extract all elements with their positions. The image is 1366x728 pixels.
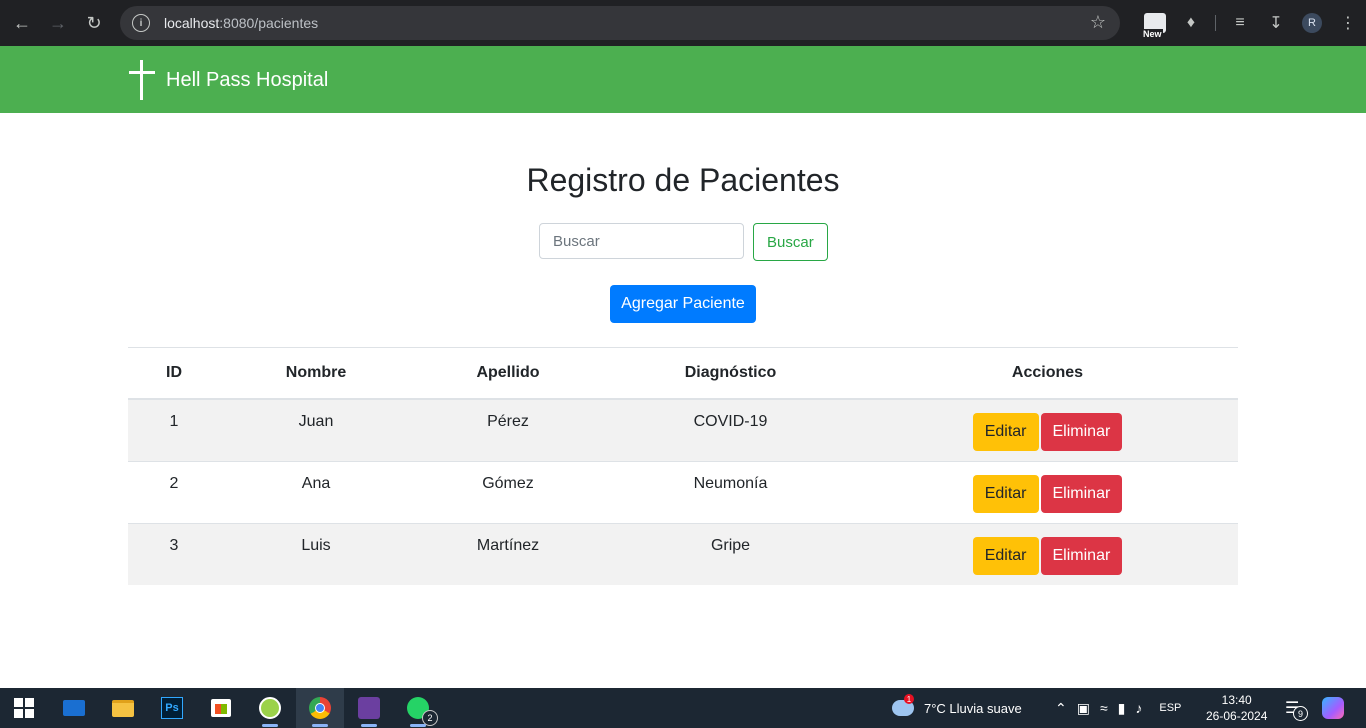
app-navbar: Hell Pass Hospital xyxy=(0,46,1366,113)
new-badge: New xyxy=(1142,29,1163,39)
url-host: localhost xyxy=(164,15,220,31)
header-acciones: Acciones xyxy=(857,347,1238,400)
back-icon[interactable]: ← xyxy=(4,5,40,41)
microsoft-store-icon[interactable] xyxy=(197,688,245,728)
clock-date: 26-06-2024 xyxy=(1206,709,1268,723)
edit-button[interactable]: Editar xyxy=(972,474,1039,513)
cell-apellido: Martínez xyxy=(412,522,604,585)
volume-icon[interactable]: ♪ xyxy=(1135,700,1142,716)
weather-widget[interactable]: 1 7°C Lluvia suave xyxy=(892,688,1022,728)
delete-button[interactable]: Eliminar xyxy=(1040,413,1123,451)
profile-initial: R xyxy=(1302,13,1322,33)
menu-icon[interactable]: ⋮ xyxy=(1330,5,1366,41)
download-icon[interactable]: ↧ xyxy=(1258,5,1294,41)
weather-text: 7°C Lluvia suave xyxy=(924,700,1022,716)
cell-diagnostico: Gripe xyxy=(604,522,857,585)
notification-icon: ☰ 9 xyxy=(1285,698,1308,721)
cell-actions: Editar Eliminar xyxy=(857,398,1238,461)
info-icon[interactable]: i xyxy=(132,14,150,32)
add-patient-button[interactable]: Agregar Paciente xyxy=(610,285,756,323)
mail-icon[interactable] xyxy=(50,688,98,728)
table-row: 2 Ana Gómez Neumonía Editar Eliminar xyxy=(128,460,1238,523)
cell-actions: Editar Eliminar xyxy=(857,522,1238,585)
cell-diagnostico: COVID-19 xyxy=(604,398,857,461)
star-icon[interactable]: ☆ xyxy=(1090,12,1106,33)
toolbar-divider xyxy=(1215,15,1216,31)
brand-name: Hell Pass Hospital xyxy=(166,68,329,91)
whatsapp-icon[interactable]: 2 xyxy=(394,688,442,728)
url-path: :8080/pacientes xyxy=(219,15,319,31)
profile-avatar[interactable]: R xyxy=(1294,5,1330,41)
url-text[interactable]: localhost:8080/pacientes xyxy=(164,15,318,31)
delete-button[interactable]: Eliminar xyxy=(1040,536,1123,575)
chevron-up-icon[interactable]: ⌃ xyxy=(1055,700,1067,717)
cell-diagnostico: Neumonía xyxy=(604,460,857,523)
photoshop-icon[interactable]: Ps xyxy=(148,688,196,728)
taskbar: Ps 2 1 7°C Lluvia suave ⌃ ▣ ≈ ▮ ♪ ESP 13… xyxy=(0,688,1366,728)
table-row: 3 Luis Martínez Gripe Editar Eliminar xyxy=(128,522,1238,585)
forward-icon[interactable]: → xyxy=(40,5,76,41)
new-feature-icon[interactable]: New xyxy=(1137,5,1173,41)
search-form: Buscar xyxy=(539,223,828,261)
file-explorer-icon[interactable] xyxy=(99,688,147,728)
patients-table: ID Nombre Apellido Diagnóstico Acciones … xyxy=(128,347,1238,585)
brand-link[interactable]: Hell Pass Hospital xyxy=(129,60,328,100)
cell-actions: Editar Eliminar xyxy=(857,460,1238,523)
extensions-icon[interactable]: ♦ xyxy=(1173,5,1209,41)
copilot-icon[interactable] xyxy=(1322,688,1344,728)
chrome-icon[interactable] xyxy=(296,688,344,728)
cross-icon xyxy=(129,60,155,100)
reading-list-icon[interactable]: ≡ xyxy=(1222,5,1258,41)
photoshop-label: Ps xyxy=(161,697,183,719)
green-app-icon[interactable] xyxy=(246,688,294,728)
system-tray: ⌃ ▣ ≈ ▮ ♪ ESP xyxy=(1050,688,1181,728)
table-row: 1 Juan Pérez COVID-19 Editar Eliminar xyxy=(128,398,1238,461)
search-input[interactable] xyxy=(539,223,744,259)
clock[interactable]: 13:40 26-06-2024 xyxy=(1206,688,1267,728)
page-title: Registro de Pacientes xyxy=(526,162,840,198)
table-header-row: ID Nombre Apellido Diagnóstico Acciones xyxy=(128,347,1238,400)
search-button[interactable]: Buscar xyxy=(753,223,828,261)
cell-nombre: Luis xyxy=(220,522,412,585)
header-apellido: Apellido xyxy=(412,347,604,400)
edit-button[interactable]: Editar xyxy=(972,413,1039,451)
cell-id: 3 xyxy=(128,522,220,585)
clock-time: 13:40 xyxy=(1221,693,1252,707)
cell-apellido: Gómez xyxy=(412,460,604,523)
wifi-icon[interactable]: ≈ xyxy=(1100,700,1108,716)
address-bar[interactable]: i localhost:8080/pacientes ☆ xyxy=(120,6,1120,40)
notifications-button[interactable]: ☰ 9 xyxy=(1285,688,1308,728)
header-nombre: Nombre xyxy=(220,347,412,400)
cell-id: 2 xyxy=(128,460,220,523)
windows-start-icon[interactable] xyxy=(0,688,48,728)
game-app-icon[interactable] xyxy=(345,688,393,728)
delete-button[interactable]: Eliminar xyxy=(1040,474,1123,513)
browser-toolbar: ← → ↻ i localhost:8080/pacientes ☆ New ♦… xyxy=(0,0,1366,46)
cell-apellido: Pérez xyxy=(412,398,604,461)
header-id: ID xyxy=(128,347,220,400)
cell-nombre: Ana xyxy=(220,460,412,523)
edit-button[interactable]: Editar xyxy=(972,536,1039,575)
weather-alert-badge: 1 xyxy=(904,694,914,704)
cell-id: 1 xyxy=(128,398,220,461)
camera-icon[interactable]: ▣ xyxy=(1077,700,1090,717)
battery-icon[interactable]: ▮ xyxy=(1118,700,1126,717)
reload-icon[interactable]: ↻ xyxy=(76,5,112,41)
notification-count: 9 xyxy=(1293,706,1308,721)
header-diagnostico: Diagnóstico xyxy=(604,347,857,400)
language-indicator[interactable]: ESP xyxy=(1159,702,1181,714)
weather-icon: 1 xyxy=(892,694,914,716)
cell-nombre: Juan xyxy=(220,398,412,461)
